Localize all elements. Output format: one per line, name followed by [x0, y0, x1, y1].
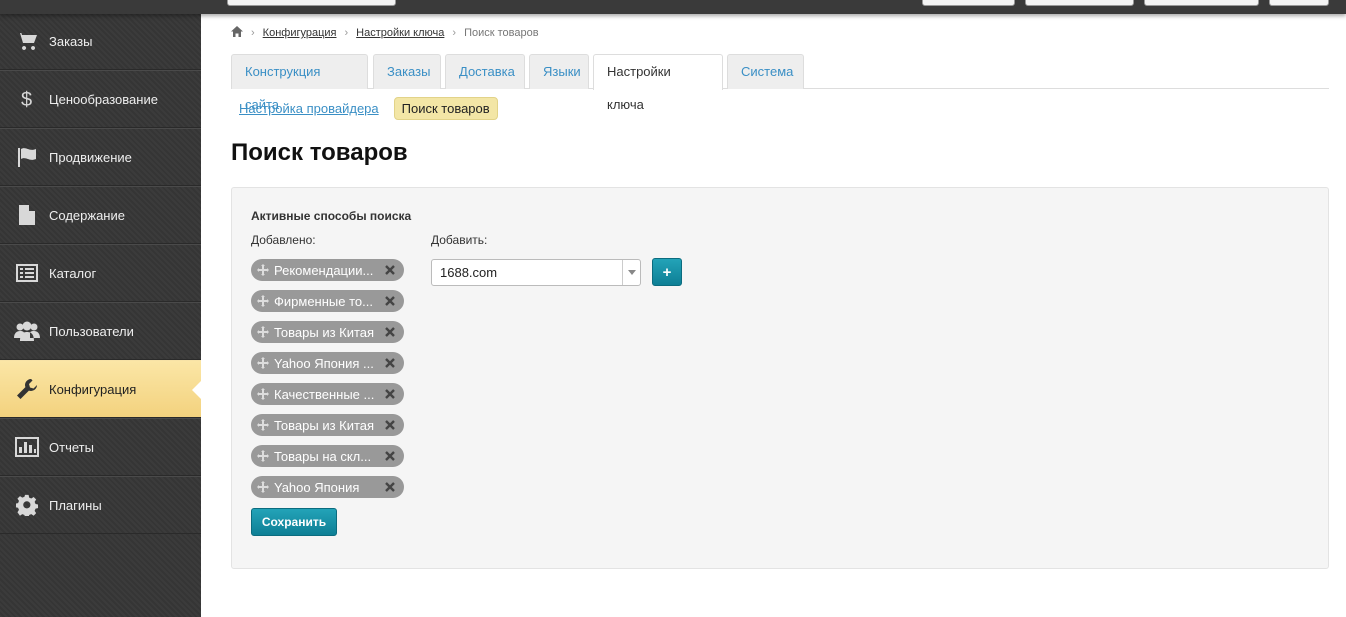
sidebar: Заказы $ Ценообразование Продвижение Сод…: [0, 0, 201, 617]
tab-orders[interactable]: Заказы: [373, 54, 441, 89]
sidebar-item-configuration[interactable]: Конфигурация: [0, 360, 201, 418]
cart-icon: [13, 29, 41, 53]
chip-label: Товары из Китая: [274, 417, 375, 433]
chip-label: Yahoo Япония: [274, 479, 360, 495]
wrench-icon: [13, 377, 41, 401]
chip-label: Товары из Китая: [274, 324, 375, 340]
dollar-icon: $: [13, 87, 41, 111]
drag-handle-icon[interactable]: [257, 326, 269, 338]
remove-icon[interactable]: [383, 449, 397, 463]
flag-icon: [13, 145, 41, 169]
top-button-1[interactable]: [922, 0, 1015, 6]
chevron-down-icon[interactable]: [622, 260, 640, 285]
remove-icon[interactable]: [383, 418, 397, 432]
add-label: Добавить:: [431, 233, 488, 247]
sidebar-item-label: Плагины: [49, 497, 102, 513]
breadcrumb-separator: ›: [344, 27, 349, 39]
breadcrumb-separator: ›: [452, 27, 457, 39]
gear-icon: [13, 493, 41, 517]
sidebar-item-pricing[interactable]: $ Ценообразование: [0, 70, 201, 128]
top-input[interactable]: [227, 0, 396, 6]
drag-handle-icon[interactable]: [257, 295, 269, 307]
chip-label: Рекомендации...: [274, 262, 374, 278]
chart-icon: [13, 435, 41, 459]
sidebar-item-orders[interactable]: Заказы: [0, 12, 201, 70]
tab-system[interactable]: Система: [727, 54, 804, 89]
sidebar-item-label: Ценообразование: [49, 91, 158, 107]
sidebar-item-label: Продвижение: [49, 149, 132, 165]
home-icon[interactable]: [231, 26, 243, 40]
sidebar-item-label: Конфигурация: [49, 381, 137, 397]
svg-text:$: $: [21, 89, 32, 110]
subnav: Настройка провайдера Поиск товаров: [231, 97, 498, 120]
search-method-chip[interactable]: Рекомендации...: [251, 259, 404, 281]
search-methods-panel: Активные способы поиска Добавлено: Добав…: [231, 187, 1329, 569]
search-method-chip[interactable]: Yahoo Япония: [251, 476, 404, 498]
remove-icon[interactable]: [383, 325, 397, 339]
added-label: Добавлено:: [251, 233, 316, 247]
top-button-4[interactable]: [1269, 0, 1329, 6]
breadcrumb-separator: ›: [251, 27, 255, 39]
remove-icon[interactable]: [383, 356, 397, 370]
remove-icon[interactable]: [383, 263, 397, 277]
remove-icon[interactable]: [383, 480, 397, 494]
top-bar: [0, 0, 1346, 14]
breadcrumb-current: Поиск товаров: [464, 27, 539, 39]
sidebar-item-label: Отчеты: [49, 439, 94, 455]
sidebar-item-users[interactable]: Пользователи: [0, 302, 201, 360]
top-button-3[interactable]: [1144, 0, 1259, 6]
sidebar-item-plugins[interactable]: Плагины: [0, 476, 201, 534]
drag-handle-icon[interactable]: [257, 264, 269, 276]
chip-label: Товары на скл...: [274, 448, 372, 464]
search-method-chip[interactable]: Товары на скл...: [251, 445, 404, 467]
page-title: Поиск товаров: [231, 139, 408, 166]
drag-handle-icon[interactable]: [257, 481, 269, 493]
search-method-select[interactable]: 1688.com: [431, 259, 641, 286]
chip-label: Качественные ...: [274, 386, 375, 402]
drag-handle-icon[interactable]: [257, 419, 269, 431]
tab-languages[interactable]: Языки: [529, 54, 589, 89]
tab-site-construction[interactable]: Конструкция сайта: [231, 54, 368, 112]
tab-delivery[interactable]: Доставка: [445, 54, 525, 89]
chip-label: Фирменные то...: [274, 293, 373, 309]
remove-icon[interactable]: [383, 294, 397, 308]
sidebar-item-promotion[interactable]: Продвижение: [0, 128, 201, 186]
list-icon: [13, 261, 41, 285]
file-icon: [13, 203, 41, 227]
search-method-chip[interactable]: Товары из Китая: [251, 321, 404, 343]
subnav-provider-settings-link[interactable]: Настройка провайдера: [239, 101, 379, 116]
search-method-chip[interactable]: Yahoo Япония ...: [251, 352, 404, 374]
breadcrumb-link-configuration[interactable]: Конфигурация: [263, 27, 337, 39]
tab-key-settings[interactable]: Настройки ключа: [593, 54, 723, 112]
subnav-active-pill[interactable]: Поиск товаров: [393, 97, 498, 120]
search-method-chip[interactable]: Товары из Китая: [251, 414, 404, 436]
panel-title: Активные способы поиска: [251, 209, 412, 223]
sidebar-item-reports[interactable]: Отчеты: [0, 418, 201, 476]
sidebar-item-label: Каталог: [49, 265, 97, 281]
sidebar-item-content[interactable]: Содержание: [0, 186, 201, 244]
sidebar-item-catalog[interactable]: Каталог: [0, 244, 201, 302]
save-button[interactable]: Сохранить: [251, 508, 337, 536]
search-method-chip[interactable]: Фирменные то...: [251, 290, 404, 312]
remove-icon[interactable]: [383, 387, 397, 401]
search-method-chip[interactable]: Качественные ...: [251, 383, 404, 405]
sidebar-item-label: Содержание: [49, 207, 125, 223]
select-value: 1688.com: [440, 265, 498, 280]
add-method-button[interactable]: +: [652, 258, 682, 286]
sidebar-item-label: Заказы: [49, 33, 93, 49]
drag-handle-icon[interactable]: [257, 357, 269, 369]
users-icon: [13, 319, 41, 343]
tab-bar: Конструкция сайта Заказы Доставка Языки …: [231, 54, 1329, 112]
sidebar-item-label: Пользователи: [49, 323, 134, 339]
breadcrumb-link-key-settings[interactable]: Настройки ключа: [356, 27, 444, 39]
drag-handle-icon[interactable]: [257, 388, 269, 400]
chip-label: Yahoo Япония ...: [274, 355, 374, 371]
drag-handle-icon[interactable]: [257, 450, 269, 462]
top-button-2[interactable]: [1025, 0, 1134, 6]
breadcrumb: › Конфигурация › Настройки ключа › Поиск…: [231, 26, 539, 40]
